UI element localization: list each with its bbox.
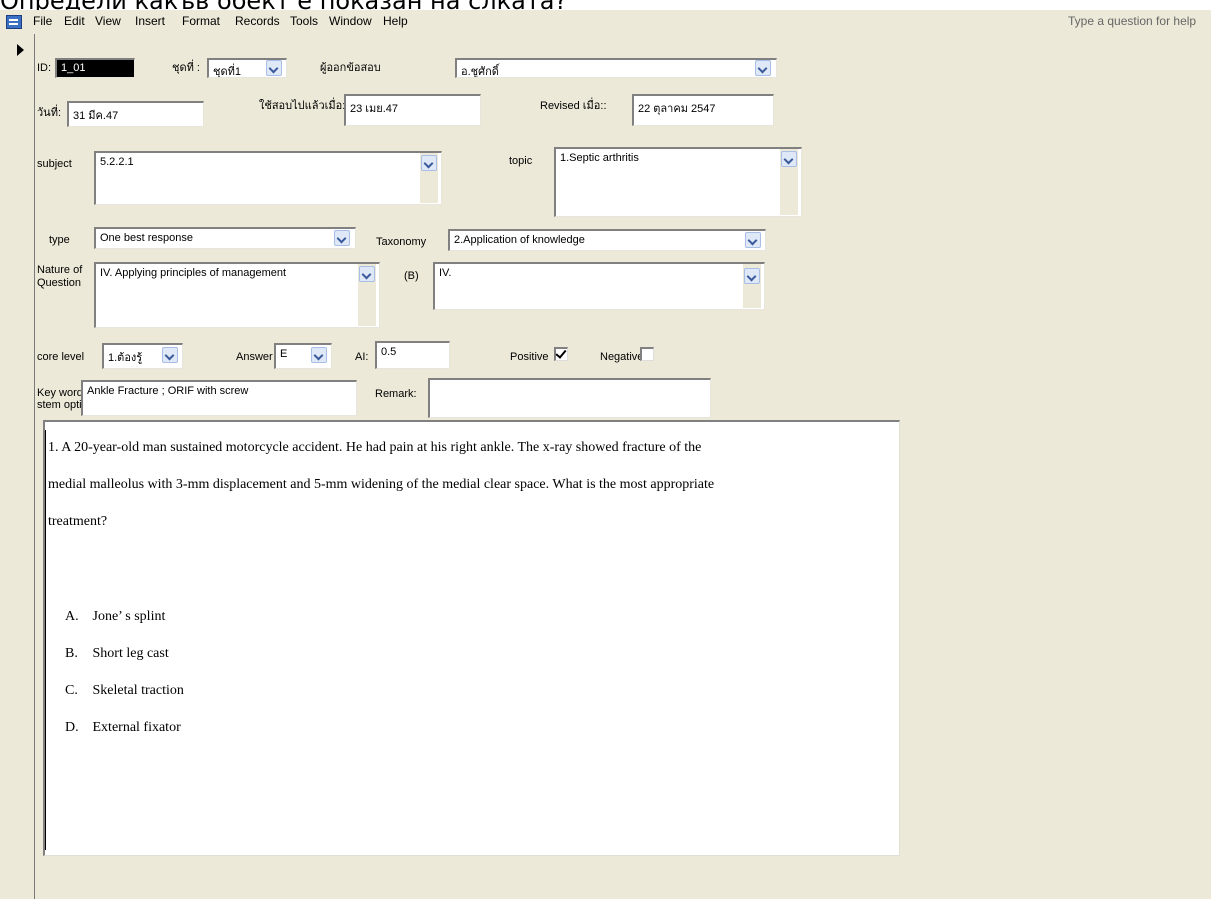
menu-records[interactable]: Records bbox=[232, 14, 283, 28]
access-app-icon[interactable] bbox=[6, 15, 22, 29]
menu-edit[interactable]: Edit bbox=[61, 14, 88, 28]
subject-dropdown-icon[interactable] bbox=[421, 155, 437, 171]
negative-checkbox[interactable] bbox=[640, 347, 654, 361]
b-combo[interactable]: IV. bbox=[433, 262, 765, 310]
answer-label: Answer bbox=[236, 351, 273, 363]
revised-field[interactable]: 22 ตุลาคม 2547 bbox=[632, 94, 774, 126]
current-record-arrow-icon bbox=[17, 44, 24, 56]
core-level-dropdown-icon[interactable] bbox=[162, 347, 178, 363]
record-selector[interactable] bbox=[12, 34, 35, 899]
choice-text: Short leg cast bbox=[92, 646, 169, 661]
question-line-1: 1. A 20-year-old man sustained motorcycl… bbox=[48, 440, 702, 455]
subject-label: subject bbox=[37, 158, 72, 170]
choice-text: Jone’ s splint bbox=[92, 609, 166, 624]
nature-dropdown-icon[interactable] bbox=[359, 266, 375, 282]
core-level-label: core level bbox=[37, 351, 85, 363]
positive-label: Positive bbox=[510, 351, 549, 363]
question-stem-box[interactable]: 1. A 20-year-old man sustained motorcycl… bbox=[43, 420, 900, 856]
nature-label: Nature of Question bbox=[37, 264, 83, 289]
choice-d: D. External fixator bbox=[65, 709, 181, 746]
b-label: (B) bbox=[404, 270, 419, 282]
taxonomy-dropdown-icon[interactable] bbox=[745, 232, 761, 248]
menu-file[interactable]: File bbox=[30, 14, 55, 28]
topic-combo[interactable]: 1.Septic arthritis bbox=[554, 147, 802, 217]
revised-label: Revised เมื่อ:: bbox=[540, 100, 607, 112]
id-label: ID: bbox=[37, 62, 52, 74]
taxonomy-label: Taxonomy bbox=[376, 236, 427, 248]
set-dropdown-icon[interactable] bbox=[266, 60, 282, 76]
choice-letter: D. bbox=[65, 720, 79, 735]
remark-label: Remark: bbox=[375, 388, 417, 400]
menu-window[interactable]: Window bbox=[326, 14, 375, 28]
subject-combo[interactable]: 5.2.2.1 bbox=[94, 151, 442, 205]
author-dropdown-icon[interactable] bbox=[755, 60, 771, 76]
ai-label: AI: bbox=[355, 351, 369, 363]
choice-text: External fixator bbox=[92, 720, 181, 735]
answer-dropdown-icon[interactable] bbox=[311, 347, 327, 363]
keyword-field[interactable]: Ankle Fracture ; ORIF with screw bbox=[81, 380, 357, 416]
menu-format[interactable]: Format bbox=[179, 14, 223, 28]
menu-insert[interactable]: Insert bbox=[132, 14, 168, 28]
set-label: ชุดที่ : bbox=[172, 62, 200, 74]
ai-field[interactable]: 0.5 bbox=[375, 341, 450, 369]
choice-letter: B. bbox=[65, 646, 78, 661]
type-dropdown-icon[interactable] bbox=[334, 230, 350, 246]
taxonomy-combo[interactable]: 2.Application of knowledge bbox=[448, 229, 766, 251]
menu-bar: File Edit View Insert Format Records Too… bbox=[0, 10, 1211, 35]
date-label: วันที่: bbox=[37, 107, 62, 119]
nature-combo[interactable]: IV. Applying principles of management bbox=[94, 262, 380, 328]
question-line-3: treatment? bbox=[48, 514, 108, 529]
remark-field[interactable] bbox=[428, 378, 711, 418]
menu-view[interactable]: View bbox=[92, 14, 124, 28]
positive-checkbox[interactable] bbox=[554, 347, 568, 361]
menu-help[interactable]: Help bbox=[380, 14, 411, 28]
choice-letter: A. bbox=[65, 609, 79, 624]
text-cursor bbox=[45, 430, 46, 850]
used-label: ใช้สอบไปแล้วเมื่อ:: bbox=[259, 100, 349, 112]
date-field[interactable]: 31 มีค.47 bbox=[67, 101, 204, 127]
topic-label: topic bbox=[509, 155, 533, 167]
topic-dropdown-icon[interactable] bbox=[781, 151, 797, 167]
choice-c: C. Skeletal traction bbox=[65, 672, 184, 709]
negative-label: Negative bbox=[600, 351, 644, 363]
help-question-box[interactable]: Type a question for help bbox=[1068, 14, 1196, 28]
window-edge bbox=[0, 34, 12, 899]
author-combo[interactable]: อ.ชูศักดิ์ bbox=[455, 58, 777, 78]
author-label: ผู้ออกข้อสอบ bbox=[320, 62, 381, 74]
question-text: 1. A 20-year-old man sustained motorcycl… bbox=[48, 429, 898, 540]
used-field[interactable]: 23 เมย.47 bbox=[344, 94, 481, 126]
question-line-2: medial malleolus with 3-mm displacement … bbox=[48, 477, 715, 492]
type-label: type bbox=[49, 234, 70, 246]
choice-a: A. Jone’ s splint bbox=[65, 598, 165, 635]
choice-b: B. Short leg cast bbox=[65, 635, 169, 672]
choice-text: Skeletal traction bbox=[92, 683, 184, 698]
type-combo[interactable]: One best response bbox=[94, 227, 356, 249]
id-field[interactable]: 1_01 bbox=[55, 58, 135, 78]
choice-letter: C. bbox=[65, 683, 78, 698]
b-dropdown-icon[interactable] bbox=[744, 268, 760, 284]
menu-tools[interactable]: Tools bbox=[287, 14, 321, 28]
